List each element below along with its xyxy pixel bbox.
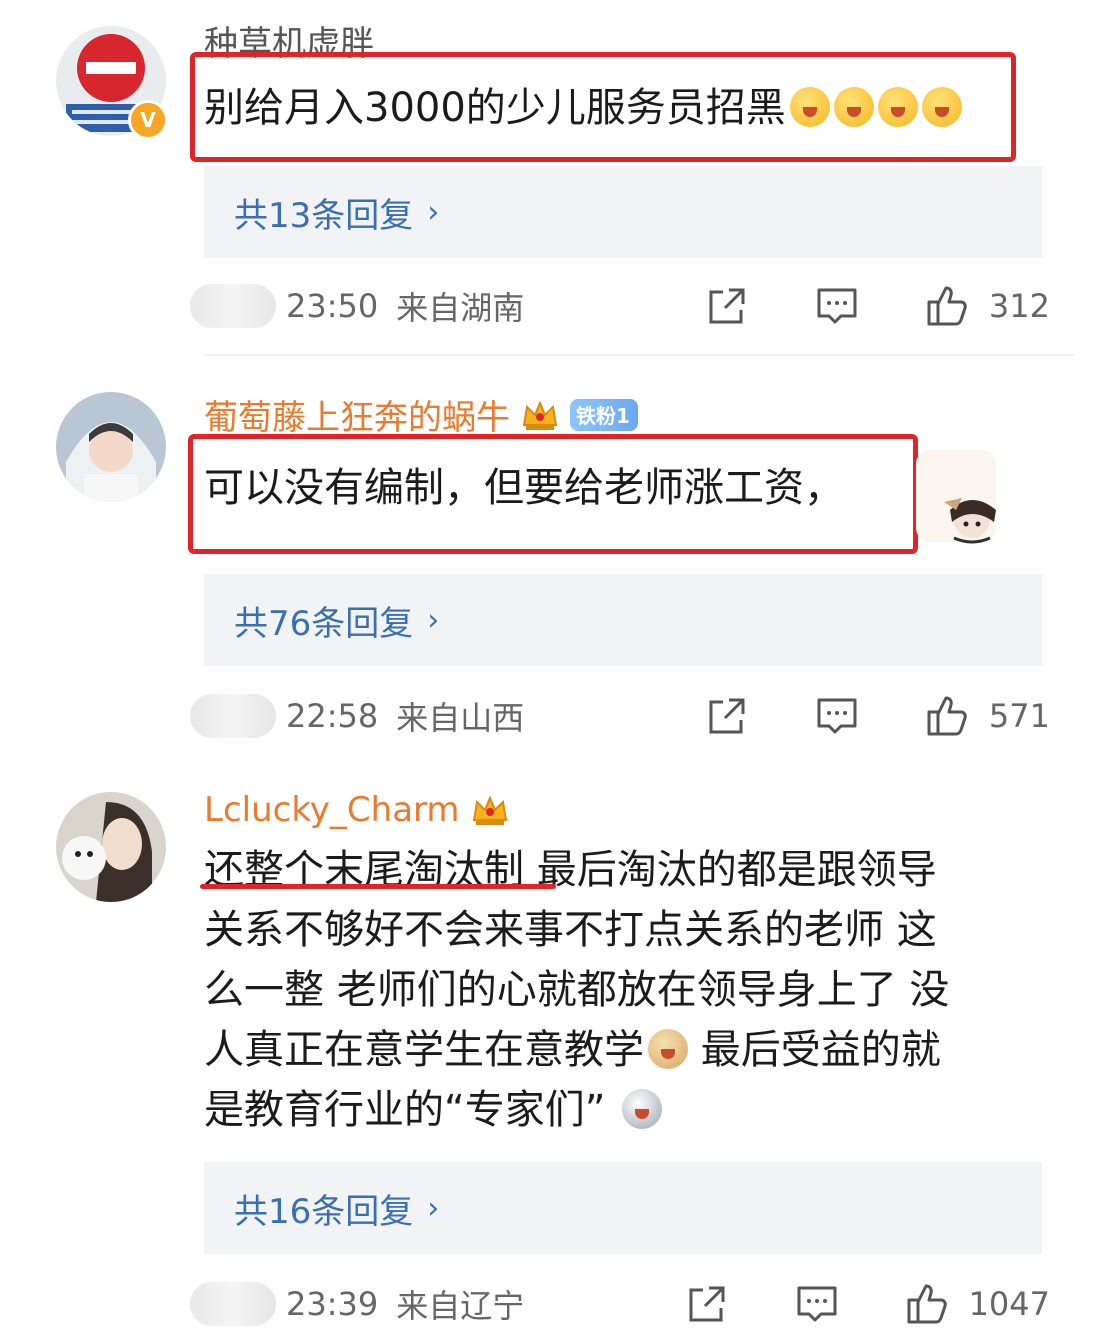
view-replies-button[interactable]: 共76条回复 › [204, 574, 1042, 666]
like-count: 1047 [968, 1285, 1050, 1323]
comment-text-line-2: 关系不够好不会来事不打点关系的老师 这 [204, 907, 937, 953]
blurred-info [190, 284, 276, 328]
avatar[interactable] [56, 792, 166, 902]
comment-time: 22:58 [286, 697, 379, 735]
comment-text: 别给月入3000的少儿服务员招黑 [204, 78, 962, 138]
comment-meta: 23:39 来自辽宁 1047 [190, 1274, 1050, 1334]
comment-icon[interactable] [815, 694, 859, 738]
grinning-sweat-emoji-icon [789, 87, 830, 127]
comment-location: 来自山西 [396, 699, 525, 737]
comment-text: 可以没有编制，但要给老师涨工资， [204, 465, 844, 511]
comment-actions: 312 [705, 276, 1050, 336]
comment-icon[interactable] [795, 1282, 839, 1326]
grinning-sweat-emoji-icon [877, 87, 918, 127]
comment-time: 23:39 [286, 1285, 379, 1323]
comment-time: 23:50 [286, 287, 379, 325]
comment-text-line-4: 人真正在意学生在意教学 最后受益的就 [204, 1027, 941, 1073]
username[interactable]: 葡萄藤上狂奔的蜗牛 铁粉1 [204, 390, 638, 439]
share-icon[interactable] [705, 284, 749, 328]
doge-emoji-icon [648, 1029, 688, 1069]
highlight-underline [200, 884, 556, 889]
comment-actions: 1047 [685, 1274, 1050, 1334]
crown-icon [520, 395, 560, 435]
thumbs-up-icon[interactable] [905, 1282, 949, 1326]
thumbs-up-icon[interactable] [925, 284, 969, 328]
chevron-right-icon: › [427, 602, 440, 638]
fan-badge: 铁粉1 [570, 398, 638, 431]
comment-text-line-3: 么一整 老师们的心就都放在领导身上了 没 [204, 967, 950, 1013]
anime-sticker-icon [916, 450, 1016, 550]
share-icon[interactable] [705, 694, 749, 738]
divider [204, 354, 1074, 356]
chevron-right-icon: › [427, 194, 440, 230]
grinning-sweat-emoji-icon [833, 87, 874, 127]
thumbs-up-icon[interactable] [925, 694, 969, 738]
comment-text-line-5: 是教育行业的“专家们” [204, 1080, 663, 1140]
comment-text-line-1: 还整个末尾淘汰制 最后淘汰的都是跟领导 [204, 847, 937, 893]
blurred-info [190, 1282, 276, 1326]
chevron-right-icon: › [427, 1190, 440, 1226]
crown-icon [470, 790, 510, 830]
view-replies-button[interactable]: 共16条回复 › [204, 1162, 1042, 1254]
avatar[interactable] [56, 392, 166, 502]
comment-location: 来自湖南 [396, 289, 525, 327]
comment-meta: 22:58 来自山西 571 [190, 686, 1050, 746]
like-count: 312 [988, 287, 1050, 325]
share-icon[interactable] [685, 1282, 729, 1326]
comment-meta: 23:50 来自湖南 312 [190, 276, 1050, 336]
comment-location: 来自辽宁 [396, 1287, 525, 1325]
comment-actions: 571 [705, 686, 1050, 746]
username[interactable]: Lclucky_Charm [204, 790, 510, 830]
verified-badge: V [128, 100, 168, 140]
comment-icon[interactable] [815, 284, 859, 328]
grinning-sweat-emoji-icon [921, 87, 962, 127]
view-replies-button[interactable]: 共13条回复 › [204, 166, 1042, 258]
blurred-info [190, 694, 276, 738]
husky-emoji-icon [622, 1089, 663, 1129]
like-count: 571 [988, 697, 1050, 735]
